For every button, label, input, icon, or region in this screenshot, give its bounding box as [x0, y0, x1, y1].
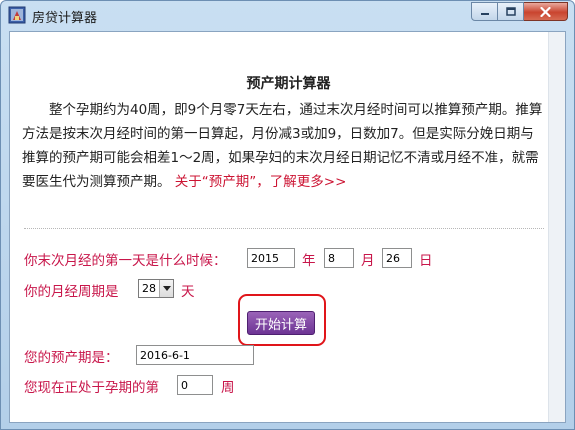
maximize-button[interactable]	[498, 2, 524, 21]
year-unit: 年	[302, 253, 316, 269]
day-input[interactable]	[382, 248, 412, 268]
month-unit: 月	[361, 253, 375, 269]
title-bar[interactable]: 房贷计算器	[1, 1, 574, 29]
dotted-divider	[24, 228, 544, 229]
window-title: 房贷计算器	[32, 11, 98, 26]
minimize-button[interactable]	[471, 2, 498, 21]
minimize-icon	[480, 12, 489, 15]
day-unit: 日	[419, 253, 433, 269]
caption-buttons	[471, 2, 568, 21]
close-icon	[540, 6, 551, 17]
due-date-label: 您的预产期是：	[24, 350, 119, 366]
year-input[interactable]	[247, 248, 295, 268]
cycle-label: 你的月经周期是	[24, 284, 119, 300]
cycle-unit: 天	[181, 284, 195, 300]
content-area: 预产期计算器 整个孕期约为40周，即9个月零7天左右，通过末次月经时间可以推算预…	[9, 31, 566, 423]
chevron-down-icon[interactable]	[159, 280, 173, 297]
pregnancy-week-field[interactable]	[177, 375, 213, 395]
pregnancy-week-label: 您现在正处于孕期的第	[24, 380, 159, 396]
cycle-select[interactable]: 28	[138, 279, 174, 298]
start-calculate-button[interactable]: 开始计算	[247, 311, 315, 335]
app-window: 房贷计算器 预产期计算器 整个孕期约为40周，即9个月零7天左右，通过末次月经时…	[0, 0, 575, 430]
app-icon	[8, 6, 26, 24]
page-title: 预产期计算器	[246, 76, 331, 92]
close-button[interactable]	[524, 2, 568, 21]
learn-more-link[interactable]: 关于“预产期”，了解更多>>	[175, 174, 347, 190]
maximize-icon	[505, 7, 516, 16]
cycle-select-value: 28	[142, 282, 156, 295]
last-period-label: 你末次月经的第一天是什么时候：	[24, 253, 227, 269]
due-date-field[interactable]	[136, 345, 254, 365]
month-input[interactable]	[324, 248, 354, 268]
intro-paragraph: 整个孕期约为40周，即9个月零7天左右，通过末次月经时间可以推算预产期。推算方法…	[22, 98, 544, 194]
week-unit: 周	[221, 380, 235, 396]
